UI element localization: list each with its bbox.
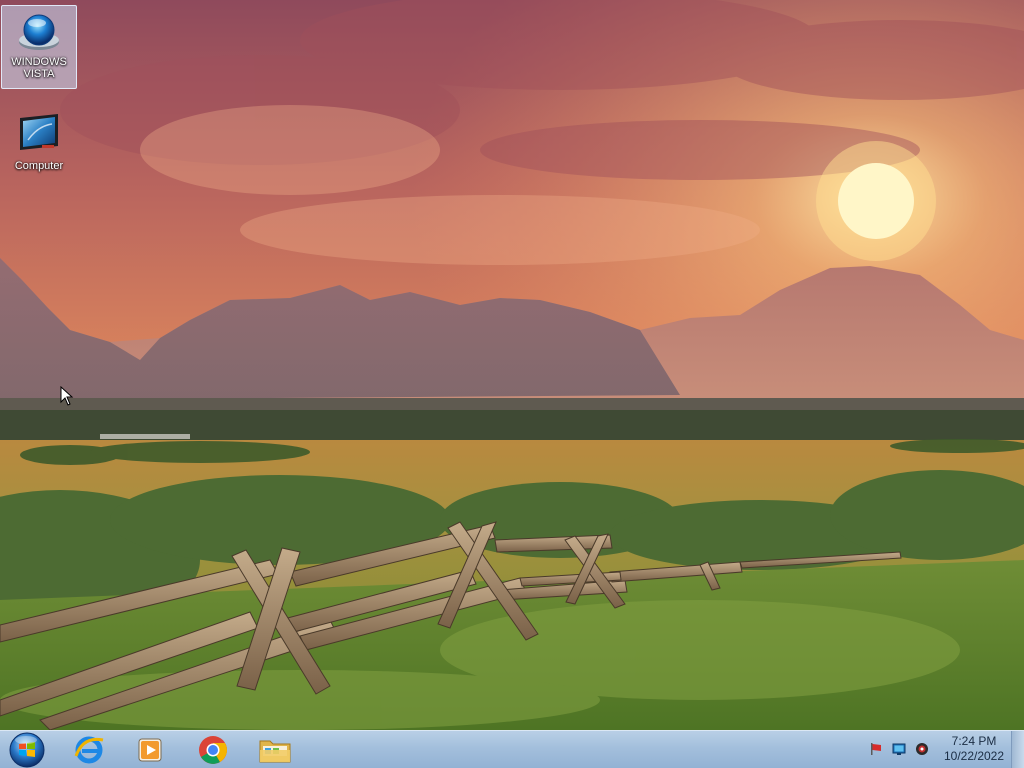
mouse-cursor-icon bbox=[60, 386, 74, 406]
media-player-icon bbox=[138, 738, 162, 762]
show-desktop-button[interactable] bbox=[1011, 731, 1024, 768]
volume-icon[interactable] bbox=[915, 742, 929, 756]
taskbar: 7:24 PM 10/22/2022 bbox=[0, 730, 1024, 768]
desktop-wallpaper bbox=[0, 0, 1024, 730]
desktop-icon-computer[interactable]: Computer bbox=[1, 106, 77, 178]
taskbar-internet-explorer-button[interactable] bbox=[67, 733, 111, 767]
desktop-icon-label: Computer bbox=[14, 160, 64, 172]
windows-start-orb-icon bbox=[9, 732, 45, 768]
desktop-icon-windows-vista[interactable]: WINDOWS VISTA bbox=[1, 5, 77, 89]
computer-monitor-icon bbox=[20, 114, 58, 150]
clock-time: 7:24 PM bbox=[951, 734, 997, 748]
network-icon[interactable] bbox=[892, 742, 906, 756]
windows-vista-orb-icon bbox=[19, 14, 59, 50]
chrome-icon bbox=[199, 736, 227, 764]
start-button[interactable] bbox=[6, 731, 46, 768]
flag-icon[interactable] bbox=[869, 742, 883, 756]
clock-date: 10/22/2022 bbox=[943, 749, 1005, 763]
taskbar-media-player-button[interactable] bbox=[128, 733, 172, 767]
taskbar-clock[interactable]: 7:24 PM 10/22/2022 bbox=[936, 734, 1012, 764]
desktop-icon-label: WINDOWS VISTA bbox=[11, 56, 67, 80]
taskbar-file-explorer-button[interactable] bbox=[253, 733, 297, 767]
taskbar-chrome-button[interactable] bbox=[191, 733, 235, 767]
desktop[interactable]: WINDOWS VISTA Computer 7:24 PM 10/22/202… bbox=[0, 0, 1024, 768]
internet-explorer-icon bbox=[74, 736, 104, 764]
file-explorer-folder-icon bbox=[259, 740, 291, 763]
